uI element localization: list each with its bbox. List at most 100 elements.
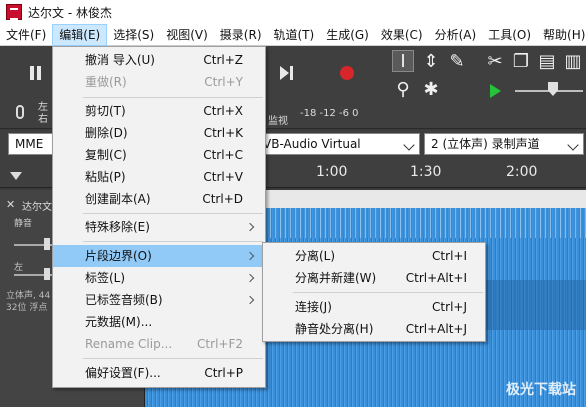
menu-item-shortcut: Ctrl+P [204, 366, 243, 380]
menu-item-cut[interactable]: 剪切(T) Ctrl+X [53, 100, 265, 122]
window-title: 达尔文 - 林俊杰 [28, 5, 112, 20]
menu-separator [83, 97, 263, 98]
menu-item-split-new[interactable]: 分离并新建(W) Ctrl+Alt+I [263, 267, 485, 289]
record-meter-channels: 左 右 [38, 102, 48, 126]
menu-item-remove-special[interactable]: 特殊移除(E) [53, 216, 265, 238]
menu-tools[interactable]: 工具(O) [482, 24, 537, 46]
pan-slider-thumb[interactable] [44, 268, 50, 280]
draw-tool-icon[interactable]: ✎ [446, 50, 468, 72]
track-name[interactable]: 达尔文 [22, 198, 52, 213]
chevron-down-icon [567, 139, 579, 151]
multi-tool-icon[interactable]: ✱ [420, 78, 442, 100]
menu-item-label: 剪切(T) [85, 104, 126, 118]
title-bar: 达尔文 - 林俊杰 [0, 0, 586, 24]
menu-item-shortcut: Ctrl+J [432, 300, 467, 314]
chevron-right-icon [245, 273, 255, 283]
chevron-right-icon [245, 222, 255, 232]
menu-item-labeled-audio[interactable]: 已标签音频(B) [53, 289, 265, 311]
menu-item-label: 分离并新建(W) [295, 271, 377, 285]
menu-item-copy[interactable]: 复制(C) Ctrl+C [53, 144, 265, 166]
menu-item-paste[interactable]: 粘贴(P) Ctrl+V [53, 166, 265, 188]
channels-value: 2 (立体声) 录制声道 [431, 137, 540, 151]
menu-item-label: 元数据(M)... [85, 315, 153, 329]
ruler-tick: 1:00 [316, 164, 348, 180]
watermark: 极光下载站 [506, 382, 576, 398]
menu-item-shortcut: Ctrl+C [203, 148, 243, 162]
menu-item-metadata[interactable]: 元数据(M)... [53, 311, 265, 333]
menu-effect[interactable]: 效果(C) [375, 24, 429, 46]
audio-host-select[interactable]: MME [8, 133, 56, 155]
menu-item-shortcut: Ctrl+Alt+I [405, 271, 467, 285]
menu-item-label: Rename Clip... [85, 337, 173, 351]
edit-menu: 撤消 导入(U) Ctrl+Z 重做(R) Ctrl+Y 剪切(T) Ctrl+… [52, 46, 266, 388]
menu-view[interactable]: 视图(V) [160, 24, 214, 46]
menu-separator [293, 292, 483, 293]
menu-item-label: 重做(R) [85, 75, 127, 89]
menu-item-labels[interactable]: 标签(L) [53, 267, 265, 289]
menu-generate[interactable]: 生成(G) [320, 24, 375, 46]
menu-item-detach-at-silences[interactable]: 静音处分离(H) Ctrl+Alt+J [263, 318, 485, 340]
menu-item-redo[interactable]: 重做(R) Ctrl+Y [53, 71, 265, 93]
close-track-icon[interactable]: ✕ [6, 198, 15, 211]
menu-item-clip-boundaries[interactable]: 片段边界(O) [53, 245, 265, 267]
menu-item-shortcut: Ctrl+F2 [197, 337, 243, 351]
menu-item-preferences[interactable]: 偏好设置(F)... Ctrl+P [53, 362, 265, 384]
menu-item-shortcut: Ctrl+K [203, 126, 243, 140]
zoom-tool-icon[interactable]: ⚲ [392, 78, 414, 100]
menu-item-join[interactable]: 连接(J) Ctrl+J [263, 296, 485, 318]
menu-item-undo[interactable]: 撤消 导入(U) Ctrl+Z [53, 49, 265, 71]
copy-icon[interactable]: ❐ [510, 50, 532, 72]
menu-item-shortcut: Ctrl+X [203, 104, 243, 118]
menu-item-label: 偏好设置(F)... [85, 366, 161, 380]
audio-host-value: MME [15, 137, 44, 151]
menu-separator [83, 213, 263, 214]
menu-separator [83, 358, 263, 359]
microphone-icon [16, 105, 24, 119]
menu-item-shortcut: Ctrl+V [203, 170, 243, 184]
meter-left-label: 左 [38, 102, 48, 113]
menu-help[interactable]: 帮助(H) [537, 24, 586, 46]
menu-item-rename-clip[interactable]: Rename Clip... Ctrl+F2 [53, 333, 265, 355]
track-format-info: 立体声, 44 32位 浮点 [6, 291, 51, 313]
monitor-label[interactable]: 监视 [268, 112, 288, 127]
cut-icon[interactable]: ✂ [484, 50, 506, 72]
output-device-select[interactable]: VB-Audio Virtual [256, 133, 420, 155]
menu-separator [83, 241, 263, 242]
paste-icon[interactable]: ▤ [536, 50, 558, 72]
trim-icon[interactable]: ▥ [562, 50, 584, 72]
play-at-speed-icon[interactable] [490, 84, 501, 98]
menu-item-label: 删除(D) [85, 126, 128, 140]
selection-tool-icon[interactable]: I [392, 50, 414, 72]
menu-item-split[interactable]: 分离(L) Ctrl+I [263, 245, 485, 267]
pause-button-icon[interactable] [28, 66, 44, 82]
menu-item-shortcut: Ctrl+Alt+J [405, 322, 467, 336]
menu-item-shortcut: Ctrl+Z [203, 53, 243, 67]
menu-item-duplicate[interactable]: 创建副本(A) Ctrl+D [53, 188, 265, 210]
channels-select[interactable]: 2 (立体声) 录制声道 [424, 133, 584, 155]
ruler-tick: 2:00 [506, 164, 538, 180]
meter-right-label: 右 [38, 114, 48, 125]
skip-to-end-icon[interactable] [280, 66, 296, 80]
menu-item-shortcut: Ctrl+I [432, 249, 467, 263]
chevron-right-icon [245, 251, 255, 261]
menu-item-label: 分离(L) [295, 249, 336, 263]
menu-file[interactable]: 文件(F) [0, 24, 52, 46]
ruler-tick: 1:30 [410, 164, 442, 180]
menu-item-label: 连接(J) [295, 300, 332, 314]
menu-select[interactable]: 选择(S) [107, 24, 160, 46]
menu-item-label: 片段边界(O) [85, 249, 152, 263]
record-button-icon[interactable] [340, 66, 354, 80]
menu-item-delete[interactable]: 删除(D) Ctrl+K [53, 122, 265, 144]
output-device-value: VB-Audio Virtual [263, 137, 361, 151]
gain-slider-thumb[interactable] [44, 238, 50, 250]
chevron-down-icon [403, 139, 415, 151]
menu-record[interactable]: 摄录(R) [214, 24, 268, 46]
menu-analyze[interactable]: 分析(A) [429, 24, 483, 46]
menu-item-label: 静音处分离(H) [295, 322, 374, 336]
app-logo-icon [6, 4, 22, 20]
menu-bar: 文件(F) 编辑(E) 选择(S) 视图(V) 摄录(R) 轨道(T) 生成(G… [0, 23, 586, 46]
envelope-tool-icon[interactable]: ⇕ [420, 50, 442, 72]
menu-tracks[interactable]: 轨道(T) [268, 24, 321, 46]
menu-edit[interactable]: 编辑(E) [52, 23, 108, 46]
ruler-menu-icon[interactable] [10, 172, 22, 180]
